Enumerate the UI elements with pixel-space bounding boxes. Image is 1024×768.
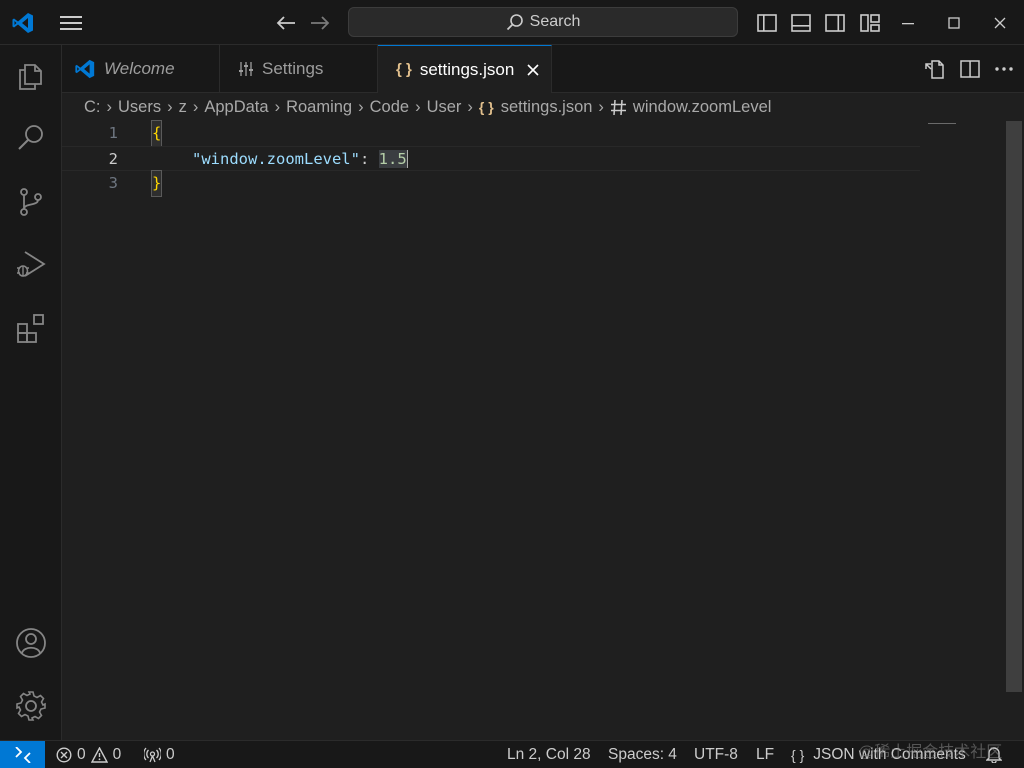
code-line: 1 {	[62, 120, 920, 147]
minimize-icon[interactable]	[894, 0, 922, 45]
remote-icon	[14, 746, 31, 763]
breadcrumb-item[interactable]: Code	[370, 98, 409, 117]
breadcrumb-item[interactable]: C:	[84, 98, 101, 117]
chevron-right-icon: ›	[167, 97, 173, 116]
breadcrumb-item[interactable]: AppData	[204, 98, 268, 117]
chevron-right-icon: ›	[192, 97, 199, 116]
open-brace: {	[150, 120, 163, 147]
json-key: "window.zoomLevel"	[192, 150, 360, 168]
menu-icon[interactable]	[56, 0, 86, 45]
tab-settings-json[interactable]: { } settings.json	[378, 45, 552, 93]
editor-tabs: Welcome Settings { } settings.json	[62, 45, 1024, 93]
toggle-secondary-sidebar-icon[interactable]	[822, 0, 848, 45]
tab-settings[interactable]: Settings	[220, 45, 378, 93]
vscode-logo-icon	[75, 59, 95, 79]
settings-gear-icon[interactable]	[0, 677, 62, 735]
chevron-right-icon: ›	[415, 97, 421, 116]
error-icon	[56, 746, 72, 763]
error-count: 0	[77, 745, 86, 763]
json-icon: { }	[396, 61, 412, 78]
chevron-right-icon: ›	[598, 97, 604, 116]
chevron-right-icon: ›	[274, 97, 281, 116]
line-number: 2	[108, 150, 118, 168]
json-value: 1.5	[378, 150, 408, 168]
extensions-icon[interactable]	[0, 299, 62, 357]
remote-indicator[interactable]	[0, 741, 45, 768]
title-bar: Search	[0, 0, 1024, 45]
end-of-line[interactable]: LF	[756, 741, 774, 768]
explorer-icon[interactable]	[0, 47, 62, 105]
open-settings-ui-icon[interactable]	[924, 58, 946, 80]
watermark: @稀土掘金技术社区	[858, 744, 1003, 761]
tab-label: Settings	[262, 59, 324, 78]
tab-label: Welcome	[104, 59, 175, 78]
close-window-icon[interactable]	[986, 0, 1014, 45]
run-and-debug-icon[interactable]	[0, 235, 62, 293]
tab-label: settings.json	[419, 59, 515, 79]
close-brace: }	[150, 170, 163, 197]
breadcrumb-item[interactable]: User	[427, 98, 462, 117]
tab-welcome[interactable]: Welcome	[62, 45, 220, 93]
code-editor[interactable]: 1 { 2 "window.zoomLevel": 1.5 3 }	[62, 120, 1024, 740]
split-editor-icon[interactable]	[960, 59, 980, 79]
back-arrow-icon[interactable]	[272, 0, 300, 45]
broadcast-icon	[144, 747, 161, 762]
breadcrumb: C: › Users › z › AppData › Roaming › Cod…	[62, 93, 1024, 121]
encoding-label: UTF-8	[694, 745, 738, 763]
minimap[interactable]	[928, 123, 956, 124]
vertical-scrollbar-thumb[interactable]	[1006, 121, 1022, 692]
search-view-icon[interactable]	[0, 109, 62, 167]
code-line-current: 2 "window.zoomLevel": 1.5	[62, 146, 920, 171]
encoding[interactable]: UTF-8	[694, 741, 738, 768]
editor-actions	[924, 45, 1014, 93]
search-icon	[506, 14, 523, 31]
line-number: 3	[108, 174, 118, 192]
accounts-icon[interactable]	[0, 614, 62, 672]
toggle-panel-icon[interactable]	[788, 0, 814, 45]
more-actions-icon[interactable]	[994, 59, 1014, 79]
warning-icon	[90, 746, 108, 763]
breadcrumb-item[interactable]: Users	[118, 98, 161, 117]
cursor-position[interactable]: Ln 2, Col 28	[507, 741, 591, 768]
line-number: 1	[108, 124, 118, 142]
indentation-label: Spaces: 4	[608, 745, 677, 763]
source-control-icon[interactable]	[0, 173, 62, 231]
ports-count: 0	[166, 745, 175, 763]
forward-arrow-icon[interactable]	[306, 0, 334, 45]
ports-indicator[interactable]: 0	[144, 741, 175, 768]
eol-label: LF	[756, 745, 775, 763]
code-content: "window.zoomLevel": 1.5	[192, 147, 408, 172]
json-icon: { }	[478, 99, 494, 115]
indentation[interactable]: Spaces: 4	[608, 741, 677, 768]
chevron-right-icon: ›	[467, 97, 473, 116]
json-colon: :	[359, 150, 379, 168]
json-icon: { }	[791, 746, 805, 763]
breadcrumb-symbol[interactable]: window.zoomLevel	[633, 98, 772, 117]
search-label: Search	[529, 13, 581, 30]
breadcrumb-file[interactable]: settings.json	[501, 98, 593, 117]
close-tab-icon[interactable]	[526, 63, 540, 77]
toggle-primary-sidebar-icon[interactable]	[754, 0, 780, 45]
vscode-logo-icon	[8, 0, 38, 45]
command-center-search[interactable]: Search	[348, 7, 738, 37]
maximize-icon[interactable]	[940, 0, 968, 45]
customize-layout-icon[interactable]	[856, 0, 884, 45]
code-line: 3 }	[62, 170, 920, 197]
warning-count: 0	[112, 745, 122, 763]
number-symbol-icon	[610, 99, 626, 115]
breadcrumb-item[interactable]: z	[179, 98, 187, 117]
activity-bar	[0, 45, 62, 740]
chevron-right-icon: ›	[106, 97, 113, 116]
settings-sliders-icon	[239, 62, 253, 76]
breadcrumb-item[interactable]: Roaming	[286, 98, 352, 117]
cursor-position-label: Ln 2, Col 28	[507, 745, 591, 763]
chevron-right-icon: ›	[358, 97, 364, 116]
problems-indicator[interactable]: 0 0	[56, 741, 121, 768]
